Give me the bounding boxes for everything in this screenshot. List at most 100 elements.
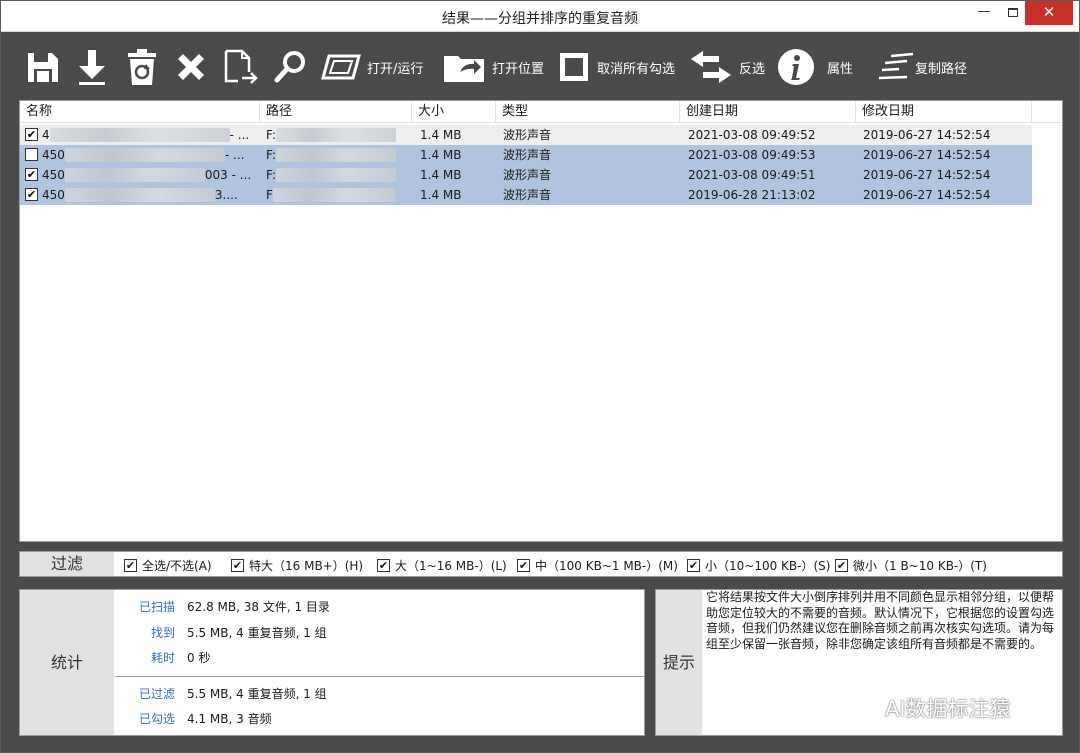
filter-huge-checkbox[interactable]: ✔ 特大（16 MB+）(H) bbox=[231, 557, 363, 573]
checkbox-box: ✔ bbox=[835, 558, 848, 572]
row-checkbox[interactable]: ✔ bbox=[25, 188, 38, 201]
watermark-text: AI数据标注猿 bbox=[885, 697, 1011, 721]
minimize-button[interactable]: — bbox=[971, 1, 997, 25]
file-name-prefix: 450 bbox=[42, 188, 65, 202]
file-move-icon bbox=[224, 49, 258, 84]
column-header-path[interactable]: 路径 bbox=[260, 101, 412, 123]
table-row[interactable]: 450 - ... F: 1.4 MB 波形声音 2021-03-08 09:49… bbox=[20, 145, 1032, 165]
file-name-suffix: 3.... bbox=[214, 188, 238, 202]
stat-checked: 已勾选 4.1 MB, 3 音频 bbox=[115, 710, 635, 728]
download-icon bbox=[79, 50, 105, 85]
checkbox-box: ✔ bbox=[124, 558, 137, 572]
info-icon bbox=[778, 49, 814, 85]
redacted-blur bbox=[276, 148, 397, 162]
column-headers: 名称 路径 大小 类型 创建日期 修改日期 bbox=[20, 101, 1062, 123]
checkbox-empty-icon bbox=[560, 53, 588, 81]
file-path-cell: F bbox=[266, 185, 412, 205]
close-button[interactable]: ✕ bbox=[1025, 1, 1073, 25]
filter-item-label: 微小（1 B~10 KB-）(T) bbox=[853, 558, 987, 573]
redacted-blur bbox=[276, 128, 397, 142]
file-name-prefix: 4 bbox=[42, 128, 50, 142]
stat-found: 找到 5.5 MB, 4 重复音频, 1 组 bbox=[115, 624, 635, 642]
file-size-cell: 1.4 MB bbox=[420, 168, 462, 182]
stat-key: 耗时 bbox=[150, 651, 175, 665]
filter-item-label: 大（1~16 MB-）(L) bbox=[395, 558, 507, 573]
file-size-cell: 1.4 MB bbox=[420, 188, 462, 202]
results-list[interactable]: 名称 路径 大小 类型 创建日期 修改日期 ✔ 4 - ... F: 1.4 MB… bbox=[19, 100, 1063, 542]
file-name-prefix: 450 bbox=[42, 168, 65, 182]
file-path-prefix: F: bbox=[266, 168, 277, 182]
maximize-button[interactable] bbox=[1000, 1, 1026, 25]
stat-value: 4.1 MB, 3 音频 bbox=[187, 712, 272, 726]
open-location-label: 打开位置 bbox=[492, 61, 545, 77]
filter-label: 过滤 bbox=[20, 552, 114, 576]
filter-item-label: 特大（16 MB+）(H) bbox=[249, 558, 364, 573]
column-header-created[interactable]: 创建日期 bbox=[680, 101, 856, 123]
redacted-blur bbox=[64, 188, 215, 202]
invert-selection-button[interactable]: 反选 bbox=[689, 47, 765, 87]
filter-all-checkbox[interactable]: ✔ 全选/不选(A) bbox=[124, 557, 212, 573]
download-button[interactable] bbox=[75, 47, 109, 87]
open-run-label: 打开/运行 bbox=[367, 61, 424, 77]
column-header-name[interactable]: 名称 bbox=[20, 101, 260, 123]
watermark: AI数据标注猿 bbox=[839, 691, 1011, 725]
redacted-blur bbox=[64, 148, 225, 162]
open-run-button[interactable]: 打开/运行 bbox=[321, 47, 423, 87]
statistics-panel: 统计 已扫描 62.8 MB, 38 文件, 1 目录 找到 5.5 MB, 4… bbox=[19, 589, 645, 736]
save-button[interactable] bbox=[25, 47, 61, 87]
filter-item-label: 小（10~100 KB-）(S) bbox=[705, 558, 831, 573]
stat-value: 62.8 MB, 38 文件, 1 目录 bbox=[187, 600, 330, 614]
delete-button[interactable] bbox=[174, 47, 208, 87]
file-name-cell: 450 003 - ... bbox=[42, 165, 260, 185]
toolbar: 打开/运行 打开位置 取消所有勾选 反选 属性 复制路径 bbox=[1, 33, 1079, 99]
column-header-modified[interactable]: 修改日期 bbox=[856, 101, 1032, 123]
stat-scanned: 已扫描 62.8 MB, 38 文件, 1 目录 bbox=[115, 598, 635, 616]
filter-large-checkbox[interactable]: ✔ 大（1~16 MB-）(L) bbox=[377, 557, 507, 573]
created-date-cell: 2021-03-08 09:49:51 bbox=[688, 168, 816, 182]
open-location-button[interactable]: 打开位置 bbox=[442, 47, 544, 87]
column-header-size[interactable]: 大小 bbox=[412, 101, 496, 123]
redacted-blur bbox=[272, 188, 395, 202]
row-checkbox[interactable] bbox=[25, 148, 38, 161]
modified-date-cell: 2019-06-27 14:52:54 bbox=[863, 128, 991, 142]
file-size-cell: 1.4 MB bbox=[420, 128, 462, 142]
text-lines-icon bbox=[878, 52, 914, 80]
delete-x-icon bbox=[178, 54, 204, 80]
file-size-cell: 1.4 MB bbox=[420, 148, 462, 162]
file-type-cell: 波形声音 bbox=[503, 188, 552, 202]
file-path-cell: F: bbox=[266, 165, 412, 185]
stat-value: 5.5 MB, 4 重复音频, 1 组 bbox=[187, 687, 327, 701]
file-type-cell: 波形声音 bbox=[503, 128, 552, 142]
table-row[interactable]: ✔ 450 3.... F 1.4 MB 波形声音 2019-06-28 21:1… bbox=[20, 185, 1032, 205]
stat-filtered: 已过滤 5.5 MB, 4 重复音频, 1 组 bbox=[115, 685, 635, 703]
app-window: 结果——分组并排序的重复音频 — ✕ 打开/运行 打开位置 取消所有勾选 反选 … bbox=[0, 0, 1080, 753]
filter-medium-checkbox[interactable]: ✔ 中（100 KB~1 MB-）(M) bbox=[517, 557, 678, 573]
file-name-cell: 4 - ... bbox=[42, 125, 260, 145]
filter-item-label: 全选/不选(A) bbox=[142, 558, 212, 573]
table-row[interactable]: ✔ 4 - ... F: 1.4 MB 波形声音 2021-03-08 09:49… bbox=[20, 125, 1032, 145]
copy-path-button[interactable]: 复制路径 bbox=[877, 47, 967, 87]
modified-date-cell: 2019-06-27 14:52:54 bbox=[863, 188, 991, 202]
file-path-cell: F: bbox=[266, 125, 412, 145]
properties-label: 属性 bbox=[827, 61, 854, 77]
table-row[interactable]: ✔ 450 003 - ... F: 1.4 MB 波形声音 2021-03-08… bbox=[20, 165, 1032, 185]
stats-divider bbox=[115, 676, 645, 677]
modified-date-cell: 2019-06-27 14:52:54 bbox=[863, 168, 991, 182]
stat-value: 5.5 MB, 4 重复音频, 1 组 bbox=[187, 626, 327, 640]
filter-small-checkbox[interactable]: ✔ 小（10~100 KB-）(S) bbox=[687, 557, 830, 573]
move-file-button[interactable] bbox=[222, 47, 260, 87]
row-checkbox[interactable]: ✔ bbox=[25, 168, 38, 181]
column-header-type[interactable]: 类型 bbox=[496, 101, 680, 123]
folder-redirect-icon bbox=[444, 56, 484, 82]
properties-button[interactable]: 属性 bbox=[777, 47, 853, 87]
search-button[interactable] bbox=[273, 47, 309, 87]
filter-tiny-checkbox[interactable]: ✔ 微小（1 B~10 KB-）(T) bbox=[835, 557, 987, 573]
recycle-bin-button[interactable] bbox=[124, 47, 160, 87]
file-path-prefix: F: bbox=[266, 148, 277, 162]
file-path-cell: F: bbox=[266, 145, 412, 165]
checkbox-box: ✔ bbox=[517, 558, 530, 572]
row-checkbox[interactable]: ✔ bbox=[25, 128, 38, 141]
uncheck-all-button[interactable]: 取消所有勾选 bbox=[557, 47, 675, 87]
hint-text: 它将结果按文件大小倒序排列并用不同颜色显示相邻分组，以便帮助您定位较大的不需要的… bbox=[706, 590, 1055, 651]
stat-value: 0 秒 bbox=[187, 651, 211, 665]
